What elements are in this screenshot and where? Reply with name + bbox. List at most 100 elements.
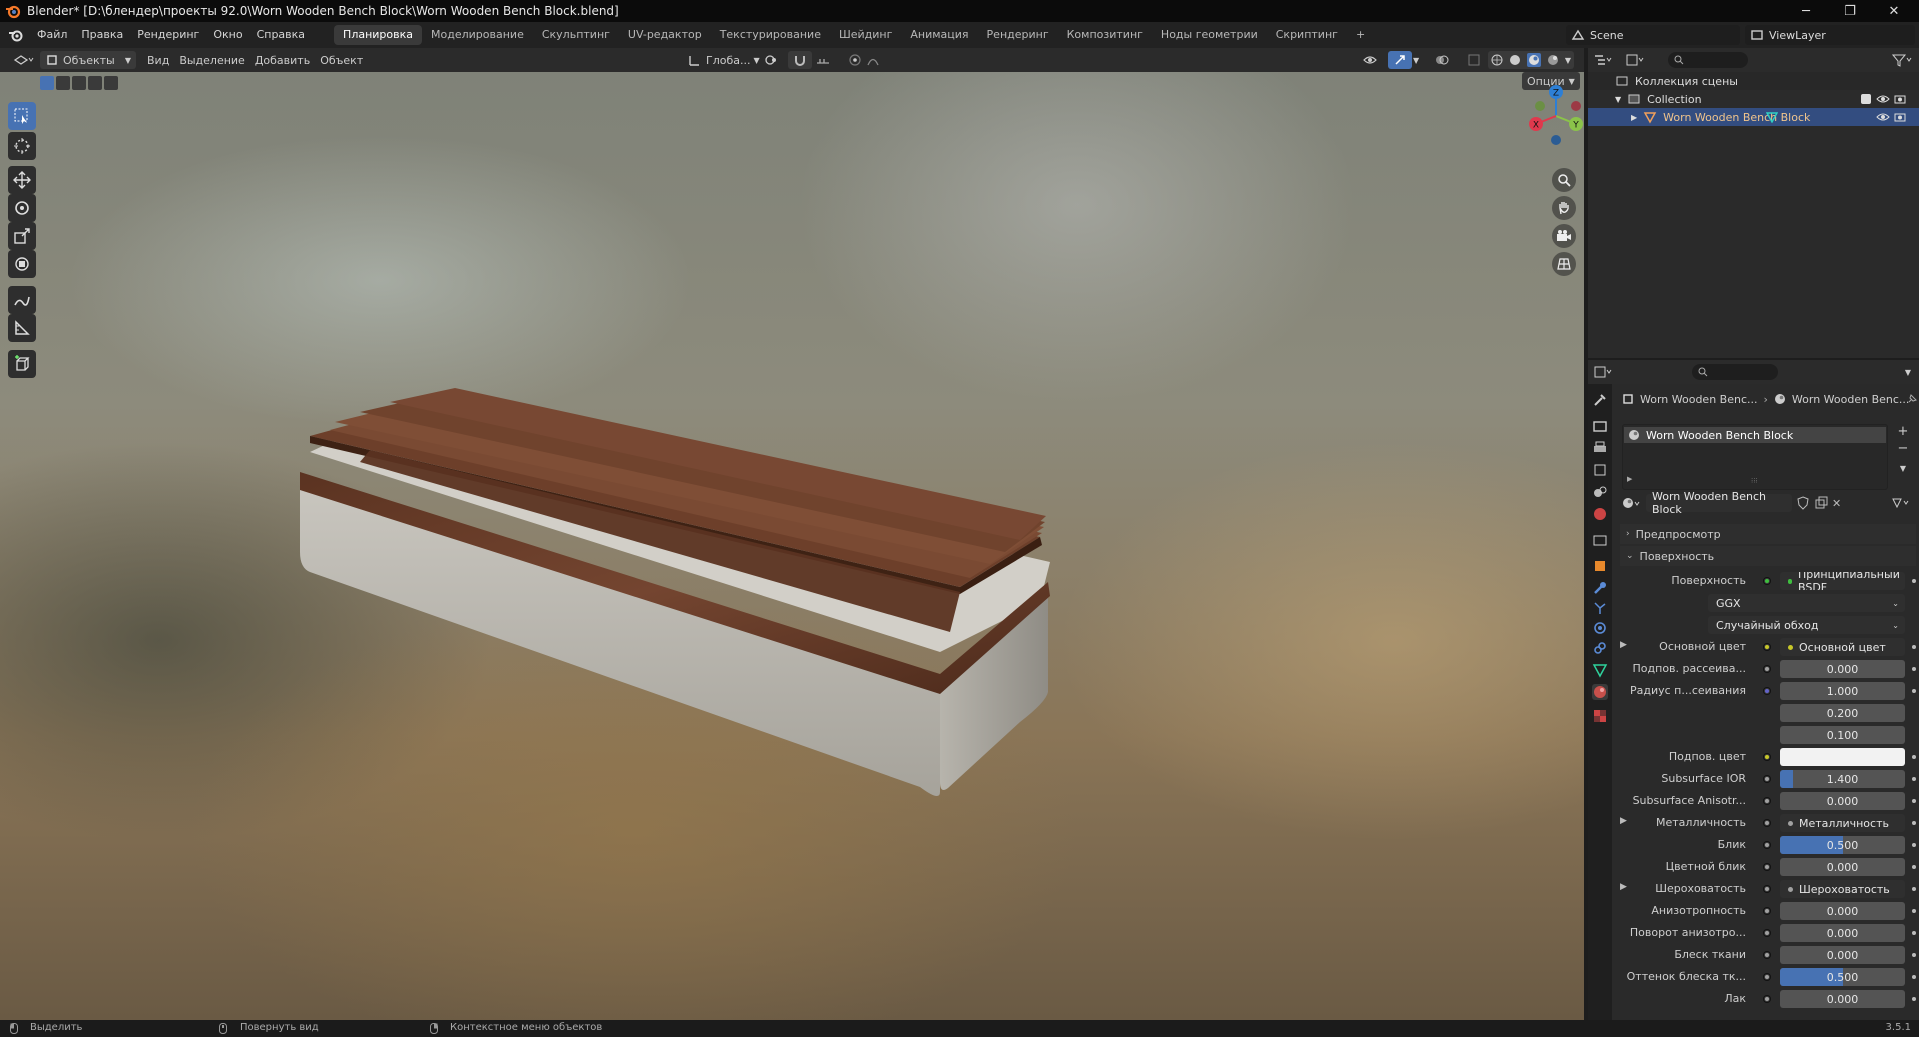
number-slider[interactable]: 0.000 (1780, 858, 1905, 876)
tab-render[interactable] (1592, 418, 1608, 434)
camera-view-button[interactable] (1552, 224, 1576, 248)
node-socket-icon[interactable] (1763, 687, 1771, 695)
number-slider[interactable]: 0.000 (1780, 990, 1905, 1008)
transform-tool[interactable] (8, 250, 36, 278)
gizmo-dropdown[interactable]: ▼ (1408, 51, 1424, 69)
menu-edit[interactable]: Правка (74, 22, 130, 48)
animate-property-dot-icon[interactable] (1912, 843, 1916, 847)
select-new-icon[interactable] (40, 76, 54, 90)
menu-file[interactable]: Файл (30, 22, 74, 48)
preview-panel-header[interactable]: › Предпросмотр (1620, 524, 1916, 544)
cursor-tool[interactable] (8, 132, 36, 160)
tab-constraints[interactable] (1592, 640, 1608, 656)
measure-tool[interactable] (8, 314, 36, 342)
workspace-tab-geometry-nodes[interactable]: Ноды геометрии (1152, 25, 1267, 45)
camera-render-icon[interactable] (1894, 94, 1906, 104)
select-subtract-icon[interactable] (72, 76, 86, 90)
tab-collection[interactable] (1592, 532, 1608, 548)
tab-data[interactable] (1592, 662, 1608, 678)
maximize-button[interactable]: ❐ (1828, 0, 1872, 22)
move-tool[interactable] (8, 166, 36, 194)
add-slot-icon[interactable]: + (1894, 424, 1912, 439)
annotate-tool[interactable] (8, 286, 36, 314)
number-slider[interactable]: 0.500 (1780, 836, 1905, 854)
outliner-collection-row[interactable]: ▼ Collection (1588, 90, 1919, 108)
number-slider[interactable]: 0.500 (1780, 968, 1905, 986)
node-socket-icon[interactable] (1763, 819, 1771, 827)
properties-editor-type-button[interactable] (1588, 363, 1620, 381)
menu-object[interactable]: Объект (315, 51, 368, 69)
node-socket-icon[interactable] (1763, 577, 1771, 585)
display-mode-button[interactable] (1620, 51, 1652, 69)
navigation-gizmo[interactable]: Z Y X (1520, 80, 1584, 150)
select-invert-icon[interactable] (88, 76, 102, 90)
workspace-tab-animation[interactable]: Анимация (901, 25, 977, 45)
node-socket-icon[interactable] (1763, 643, 1771, 651)
menu-select[interactable]: Выделение (174, 51, 250, 69)
snap-toggle[interactable] (788, 51, 812, 69)
add-workspace-button[interactable]: + (1347, 25, 1374, 45)
viewlayer-selector[interactable]: ViewLayer (1745, 25, 1915, 45)
workspace-tab-layout[interactable]: Планировка (334, 25, 423, 45)
overlays-toggle[interactable] (1430, 51, 1454, 69)
linked-node-field[interactable]: Принципиальный BSDF (1780, 572, 1905, 590)
material-name-field[interactable]: Worn Wooden Bench Block (1646, 490, 1792, 516)
pivot-point-button[interactable] (758, 51, 790, 69)
vector-field[interactable]: 1.000 (1780, 682, 1905, 700)
list-expand-icon[interactable]: ▶ (1627, 475, 1632, 483)
animate-property-dot-icon[interactable] (1912, 975, 1916, 979)
linked-node-field[interactable]: Основной цвет (1780, 638, 1905, 656)
node-link-icon[interactable] (1890, 496, 1912, 510)
material-preview-icon[interactable] (1526, 53, 1541, 67)
select-box-tool[interactable] (8, 102, 36, 130)
animate-property-dot-icon[interactable] (1912, 931, 1916, 935)
eye-icon[interactable] (1876, 94, 1890, 104)
tab-physics[interactable] (1592, 620, 1608, 636)
linked-node-field[interactable]: Шероховатость (1780, 880, 1905, 898)
number-slider[interactable]: 1.400 (1780, 770, 1905, 788)
menu-view[interactable]: Вид (142, 51, 174, 69)
exclude-checkbox-icon[interactable] (1861, 94, 1871, 104)
menu-render[interactable]: Рендеринг (130, 22, 206, 48)
expand-arrow-icon[interactable]: ▼ (1615, 95, 1621, 104)
node-socket-icon[interactable] (1763, 841, 1771, 849)
workspace-tab-uv-editing[interactable]: UV-редактор (619, 25, 711, 45)
enum-dropdown[interactable]: Случайный обход ⌄ (1708, 616, 1905, 634)
outliner-object-row[interactable]: ▶ Worn Wooden Bench Block (1588, 108, 1919, 126)
selectability-visibility-button[interactable] (1358, 51, 1390, 69)
tab-modifiers[interactable] (1592, 580, 1608, 596)
close-button[interactable]: ✕ (1872, 0, 1916, 22)
tab-tool[interactable] (1592, 392, 1608, 408)
duplicate-icon[interactable] (1814, 496, 1828, 510)
list-resize-handle-icon[interactable]: ⁝⁝⁝ (1751, 477, 1758, 485)
menu-window[interactable]: Окно (206, 22, 249, 48)
number-slider[interactable]: 0.000 (1780, 792, 1905, 810)
workspace-tab-shading[interactable]: Шейдинг (830, 25, 901, 45)
expand-arrow-icon[interactable]: ▶ (1620, 882, 1627, 892)
animate-property-dot-icon[interactable] (1912, 645, 1916, 649)
node-socket-icon[interactable] (1763, 973, 1771, 981)
node-socket-icon[interactable] (1763, 775, 1771, 783)
workspace-tab-compositing[interactable]: Композитинг (1058, 25, 1152, 45)
gizmo-neg-y-axis[interactable] (1535, 101, 1545, 111)
number-slider[interactable]: 0.000 (1780, 946, 1905, 964)
outliner-filter-button[interactable] (1887, 51, 1919, 69)
tab-object[interactable] (1592, 558, 1608, 574)
rendered-shading-icon[interactable] (1547, 54, 1559, 66)
number-slider[interactable]: 0.000 (1780, 902, 1905, 920)
gizmo-neg-z-axis[interactable] (1551, 135, 1561, 145)
select-extend-icon[interactable] (56, 76, 70, 90)
solid-shading-icon[interactable] (1509, 54, 1521, 66)
rotate-tool[interactable] (8, 194, 36, 222)
workspace-tab-scripting[interactable]: Скриптинг (1267, 25, 1347, 45)
expand-arrow-icon[interactable]: ▶ (1620, 816, 1627, 826)
node-socket-icon[interactable] (1763, 797, 1771, 805)
add-cube-tool[interactable] (8, 350, 36, 378)
node-socket-icon[interactable] (1763, 863, 1771, 871)
animate-property-dot-icon[interactable] (1912, 909, 1916, 913)
animate-property-dot-icon[interactable] (1912, 887, 1916, 891)
tab-particles[interactable] (1592, 600, 1608, 616)
zoom-button[interactable] (1552, 168, 1576, 192)
number-slider[interactable]: 0.000 (1780, 924, 1905, 942)
remove-slot-icon[interactable]: − (1894, 441, 1912, 456)
